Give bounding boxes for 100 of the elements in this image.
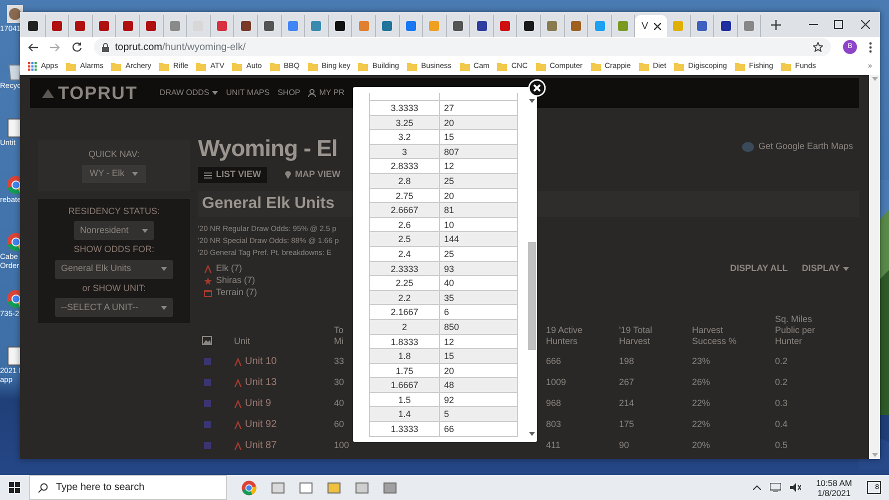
clock[interactable]: 10:58 AM 1/8/2021: [816, 478, 852, 498]
lock-icon: [102, 42, 109, 52]
unit-color-icon: [204, 442, 211, 449]
table-cell-text: 15: [443, 350, 456, 364]
table-cell-text: 22%: [692, 418, 710, 431]
table-cell-text: 5: [443, 408, 450, 422]
maximize-icon[interactable]: [834, 20, 843, 29]
column-header: 19 Active Hunters: [546, 325, 584, 348]
table-cell-text: 92: [443, 394, 456, 407]
table-cell-text: 12: [443, 336, 456, 348]
table-cell-text: 411: [546, 438, 560, 452]
antler-icon: [234, 378, 242, 386]
address-field[interactable]: toprut.com/hunt/wyoming-elk/: [94, 38, 831, 56]
table-cell-text: 144: [443, 233, 460, 246]
antler-icon: [234, 400, 242, 408]
table-cell: 1.3333: [370, 422, 440, 436]
back-icon[interactable]: [28, 42, 38, 52]
folder-icon: [638, 62, 649, 70]
dropdown[interactable]: Nonresident: [74, 221, 154, 240]
close-icon[interactable]: [654, 22, 662, 30]
close-icon[interactable]: [861, 20, 870, 29]
network-icon[interactable]: [770, 483, 782, 492]
new-tab-icon[interactable]: [771, 20, 782, 30]
table-cell-text: 81: [443, 204, 456, 218]
taskbar-app-icon[interactable]: [327, 480, 341, 494]
search-icon: [38, 483, 48, 493]
table-cell-text: 35: [443, 292, 456, 305]
table-cell: 1.4: [370, 407, 440, 422]
taskbar-app-icon[interactable]: [271, 480, 285, 494]
mountain-logo-icon: [42, 88, 54, 98]
nav-link[interactable]: DRAW ODDS: [160, 87, 218, 99]
caret-icon: [872, 453, 878, 457]
folder-icon: [407, 62, 418, 70]
unit-link[interactable]: Unit 10: [245, 354, 277, 369]
table-cell-text: 214: [619, 396, 634, 410]
display-button[interactable]: DISPLAY ALL: [726, 261, 792, 277]
table-cell-text: 93: [443, 262, 456, 276]
nav-link[interactable]: MY PR: [308, 87, 344, 99]
table-cell: 1.6667: [370, 378, 440, 392]
caret-icon: [161, 267, 167, 271]
map-pin-icon: [285, 171, 291, 179]
view-toggle[interactable]: MAP VIEW: [279, 167, 346, 183]
folder-icon: [196, 62, 206, 70]
taskbar-app-icon[interactable]: [355, 480, 369, 494]
page-scrollbar[interactable]: [869, 75, 880, 459]
scrollbar-thumb[interactable]: [528, 242, 536, 350]
caret-icon: [872, 77, 878, 81]
table-cell-text: 27: [443, 102, 456, 115]
earth-icon: [742, 142, 754, 152]
table-cell-text: 25: [443, 174, 456, 188]
table-cell-text: 40: [334, 396, 344, 410]
quick-nav-label: QUICK NAV:: [88, 148, 140, 161]
table-cell-text: 100: [334, 438, 350, 452]
site-logo[interactable]: TOPRUT: [58, 80, 138, 106]
caret-icon: [161, 306, 167, 310]
table-cell-text: 0.4: [775, 418, 788, 431]
table-cell-text: 12: [443, 160, 456, 174]
star-icon: [204, 277, 212, 285]
windows-start-icon[interactable]: [9, 482, 20, 493]
display-button[interactable]: DISPLAY: [798, 261, 853, 277]
volume-icon[interactable]: [790, 483, 802, 492]
dropdown[interactable]: General Elk Units: [55, 260, 173, 278]
star-icon[interactable]: [813, 42, 823, 52]
taskbar-app-icon[interactable]: [299, 480, 313, 494]
unit-link[interactable]: Unit 92: [245, 417, 277, 432]
caret-icon: [528, 432, 534, 436]
view-toggle[interactable]: LIST VIEW: [198, 167, 267, 183]
chrome-icon[interactable]: [241, 480, 257, 496]
search-field[interactable]: Type here to search: [29, 475, 227, 500]
caret-icon: [132, 172, 138, 176]
table-cell: 2: [370, 320, 440, 334]
column-header: Harvest Success %: [692, 325, 738, 348]
unit-link[interactable]: Unit 87: [245, 438, 277, 453]
google-earth-link[interactable]: Get Google Earth Maps: [758, 140, 853, 154]
caret-icon: [528, 99, 534, 103]
photo-icon: [202, 336, 212, 345]
taskbar-app-icon[interactable]: [383, 480, 397, 494]
dropdown[interactable]: WY - Elk: [82, 164, 146, 182]
column-header: '19 Total Harvest: [619, 325, 654, 348]
table-cell-text: 90: [619, 438, 630, 452]
table-cell: 2.8: [370, 174, 440, 188]
reload-icon[interactable]: [72, 42, 82, 52]
nav-link[interactable]: UNIT MAPS: [226, 87, 270, 99]
table-cell-text: 267: [619, 376, 634, 389]
calendar-icon: [204, 289, 212, 297]
browser-tab[interactable]: V: [635, 15, 668, 37]
table-cell-text: 20: [443, 364, 456, 378]
unit-link[interactable]: Unit 13: [245, 375, 277, 390]
antler-icon: [234, 420, 242, 428]
menu-icon[interactable]: [869, 42, 872, 52]
list-icon: [204, 172, 212, 178]
dropdown[interactable]: --SELECT A UNIT--: [55, 298, 173, 317]
table-cell-text: 968: [546, 396, 562, 410]
table-cell-text: 25: [443, 248, 456, 261]
chevron-up-icon[interactable]: [753, 485, 762, 490]
table-cell-text: 48: [443, 379, 456, 392]
unit-link[interactable]: Unit 9: [245, 396, 272, 411]
table-cell-text: 60: [334, 418, 344, 431]
nav-link[interactable]: SHOP: [278, 87, 300, 99]
column-header: Sq. Miles Public per Hunter: [775, 314, 816, 348]
